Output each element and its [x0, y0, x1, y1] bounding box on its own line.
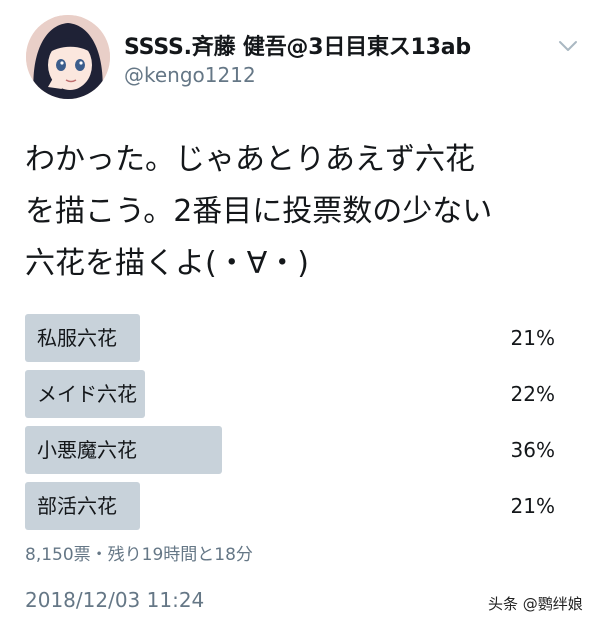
- poll-option: メイド六花 22%: [25, 370, 565, 418]
- poll-option-label: 部活六花: [37, 494, 117, 518]
- avatar[interactable]: [26, 15, 110, 99]
- tweet-timestamp[interactable]: 2018/12/03 11:24: [25, 588, 204, 612]
- tweet-text: わかった。じゃあとりあえず六花 を描こう。2番目に投票数の少ない 六花を描くよ(…: [25, 142, 493, 281]
- poll: 私服六花 21% メイド六花 22% 小悪魔六花 36% 部活六花 21%: [25, 314, 565, 538]
- poll-option-label: 小悪魔六花: [37, 438, 137, 462]
- poll-option: 私服六花 21%: [25, 314, 565, 362]
- poll-option-label: メイド六花: [37, 382, 137, 406]
- chevron-down-icon[interactable]: [557, 38, 579, 54]
- user-handle[interactable]: @kengo1212: [124, 63, 256, 87]
- anime-girl-avatar-icon: [26, 15, 110, 99]
- display-name[interactable]: SSSS.斉藤 健吾@3日目東ス13ab: [124, 29, 471, 61]
- poll-option-percent: 22%: [510, 382, 555, 406]
- poll-option: 小悪魔六花 36%: [25, 426, 565, 474]
- poll-meta: 8,150票・残り19時間と18分: [25, 545, 253, 565]
- watermark: 头条 @鹦绊娘: [488, 595, 583, 613]
- poll-option-percent: 21%: [510, 326, 555, 350]
- poll-option: 部活六花 21%: [25, 482, 565, 530]
- poll-option-label: 私服六花: [37, 326, 117, 350]
- poll-option-percent: 21%: [510, 494, 555, 518]
- poll-option-percent: 36%: [510, 438, 555, 462]
